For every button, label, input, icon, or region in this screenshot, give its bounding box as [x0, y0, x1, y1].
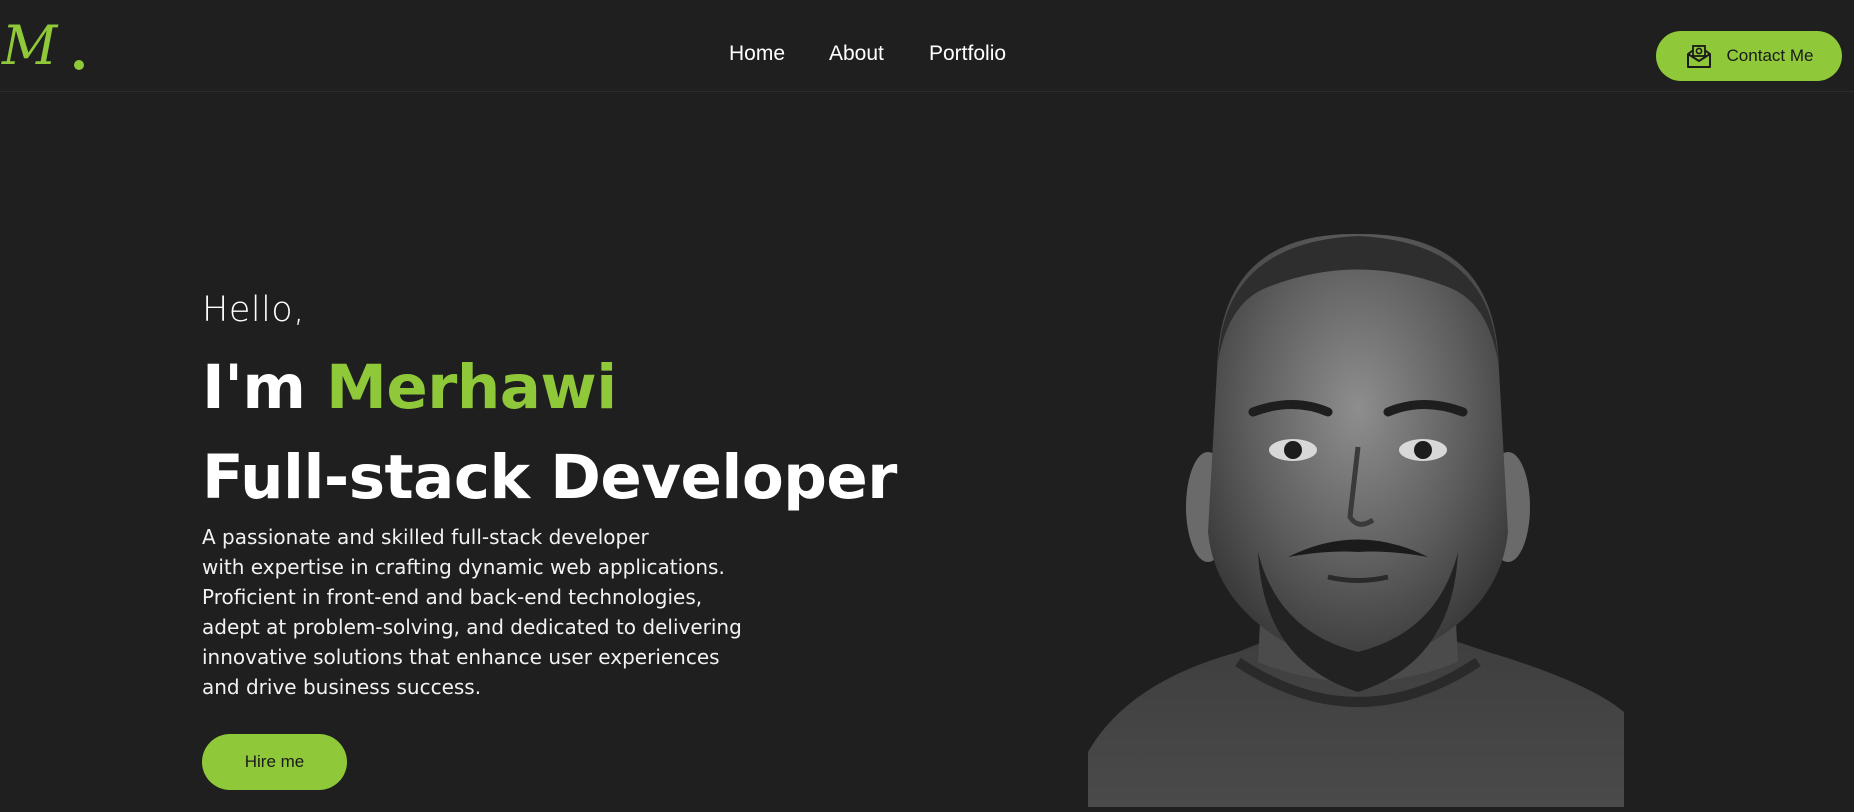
hero-bio: A passionate and skilled full-stack deve… [202, 522, 762, 702]
navbar: M Home About Portfolio Contact Me [0, 0, 1854, 92]
hero-intro: I'm Merhawi [202, 352, 617, 423]
bio-line: with expertise in crafting dynamic web a… [202, 555, 725, 579]
bio-line: Proficient in front-end and back-end tec… [202, 585, 703, 609]
hero-intro-prefix: I'm [202, 352, 327, 423]
profile-photo [1088, 232, 1624, 807]
contact-me-label: Contact Me [1726, 46, 1814, 65]
nav-portfolio-link[interactable]: Portfolio [929, 42, 1006, 66]
nav-about-link[interactable]: About [829, 42, 884, 66]
nav-home-link[interactable]: Home [729, 42, 785, 66]
bio-line: A passionate and skilled full-stack deve… [202, 525, 649, 549]
mail-open-icon [1685, 42, 1713, 70]
bio-line: innovative solutions that enhance user e… [202, 645, 720, 669]
bio-line: and drive business success. [202, 675, 482, 699]
hero-role: Full-stack Developer [202, 442, 897, 513]
bio-line: adept at problem-solving, and dedicated … [202, 615, 742, 639]
hero-greeting: Hello, [202, 290, 305, 330]
hire-me-button[interactable]: Hire me [202, 734, 347, 790]
contact-me-button[interactable]: Contact Me [1656, 31, 1842, 81]
hero-name: Merhawi [326, 352, 617, 423]
main-nav: Home About Portfolio [0, 0, 1854, 92]
